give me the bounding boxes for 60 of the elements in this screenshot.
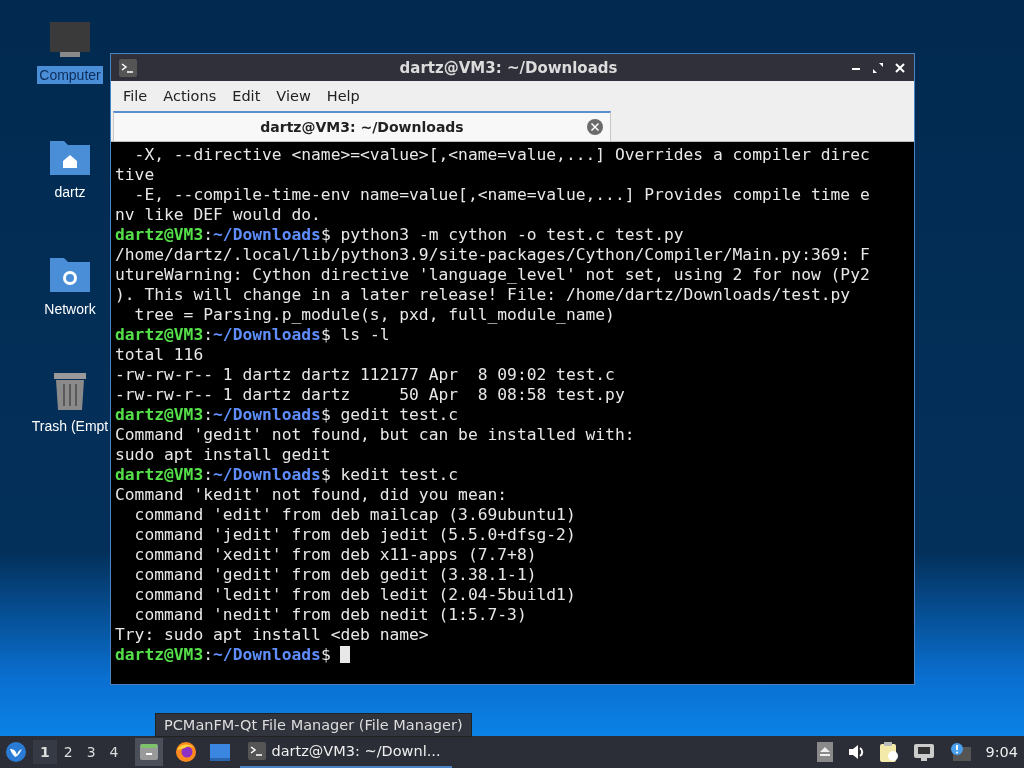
close-tab-icon[interactable]: [586, 118, 604, 136]
start-menu-icon[interactable]: [5, 741, 27, 763]
terminal-output-line: Command 'kedit' not found, did you mean:: [115, 485, 508, 504]
terminal-prompt-line: dartz@VM3:~/Downloads$ gedit test.c: [115, 405, 459, 424]
workspace-button[interactable]: 3: [79, 740, 103, 764]
show-desktop-icon[interactable]: [208, 742, 231, 762]
terminal-icon: [247, 742, 266, 760]
terminal-output-line: command 'ledit' from deb ledit (2.04-5build1): [133, 585, 576, 604]
terminal-output-line: command 'jedit' from deb jedit (5.5.0+dfsg-2): [133, 525, 576, 544]
clipboard-icon[interactable]: [879, 741, 900, 763]
terminal-output-line: Try: sudo apt install <deb name>: [115, 625, 429, 644]
clock[interactable]: 9:04: [985, 744, 1018, 760]
terminal-output-line: tree = Parsing.p_module(s, pxd, full_module_name): [133, 305, 615, 324]
tooltip: PCManFM-Qt File Manager (File Manager): [155, 713, 472, 737]
menu-item[interactable]: File: [115, 88, 156, 104]
close-icon[interactable]: [894, 61, 906, 74]
terminal-output-line: sudo apt install gedit: [115, 445, 331, 464]
menu-item[interactable]: Help: [318, 88, 368, 104]
terminal-output-line: ). This will change in a later release! File: /home/dartz/Downloads/test.py: [115, 285, 851, 304]
workspace-button[interactable]: 4: [102, 740, 126, 764]
terminal-output-line: nv like DEF would do.: [115, 205, 321, 224]
workspace-button[interactable]: 2: [56, 740, 80, 764]
terminal-output-line: command 'nedit' from deb nedit (1:5.7-3): [133, 605, 527, 624]
drawer-icon: [138, 742, 159, 762]
terminal-output-line: -rw-rw-r-- 1 dartz dartz 50 Apr 8 08:58 test.py: [115, 385, 625, 404]
menu-item[interactable]: View: [268, 88, 319, 104]
desktop-icon-label[interactable]: dartz: [52, 183, 88, 201]
terminal-output-line: Command 'gedit' not found, but can be installed with:: [115, 425, 635, 444]
task-button[interactable]: dartz@VM3: ~/Downl...: [239, 736, 452, 768]
desktop-icon-label[interactable]: Trash (Empt: [29, 417, 111, 435]
terminal-output-line: command 'xedit' from deb x11-apps (7.7+8): [133, 545, 537, 564]
monitor-icon: [48, 20, 92, 60]
terminal-prompt-line: dartz@VM3:~/Downloads$ kedit test.c: [115, 465, 459, 484]
terminal-output-line: command 'edit' from deb mailcap (3.69ubuntu1): [133, 505, 576, 524]
terminal-prompt-line: dartz@VM3:~/Downloads$ python3 -m cython -o test.c test.py: [115, 225, 684, 244]
terminal-prompt-line: dartz@VM3:~/Downloads$ ls -l: [115, 325, 390, 344]
terminal-output-line: -X, --directive <name>=<value>[,<name=value,...] Overrides a compiler direc: [133, 145, 870, 164]
desktop-icon-label[interactable]: Network: [42, 300, 98, 318]
terminal-output-line: tive: [115, 165, 155, 184]
maximize-icon[interactable]: [872, 61, 884, 74]
terminal-prompt-line: dartz@VM3:~/Downloads$: [115, 645, 332, 664]
terminal-output-line: utureWarning: Cython directive 'language_level' not set, using 2 for now (Py2: [115, 265, 870, 284]
wired-network-icon[interactable]: [913, 743, 936, 761]
terminal-output-line: /home/dartz/.local/lib/python3.9/site-packages/Cython/Compiler/Main.py:369: F: [115, 245, 870, 264]
window-title: dartz@VM3: ~/Downloads: [398, 58, 619, 77]
menu-item[interactable]: Edit: [224, 88, 269, 104]
terminal-output-line: -rw-rw-r-- 1 dartz dartz 112177 Apr 8 09:02 test.c: [115, 365, 615, 384]
terminal-tab[interactable]: dartz@VM3: ~/Downloads: [113, 111, 611, 141]
desktop-icon-label[interactable]: Computer: [37, 66, 103, 84]
terminal-output-line: total 116: [115, 345, 204, 364]
terminal-icon: [119, 58, 137, 77]
browser-icon[interactable]: [174, 741, 197, 763]
terminal-output-line: -E, --compile-time-env name=value[,<name=value,...] Provides compile time e: [133, 185, 870, 204]
eject-icon[interactable]: [817, 742, 834, 762]
workspace-button[interactable]: 1: [33, 740, 57, 764]
menu-item[interactable]: Actions: [155, 88, 225, 104]
terminal-output-line: command 'gedit' from deb gedit (3.38.1-1): [133, 565, 537, 584]
file-manager-launcher[interactable]: [134, 738, 163, 766]
notification-icon[interactable]: [949, 742, 972, 762]
speaker-icon[interactable]: [847, 743, 866, 761]
